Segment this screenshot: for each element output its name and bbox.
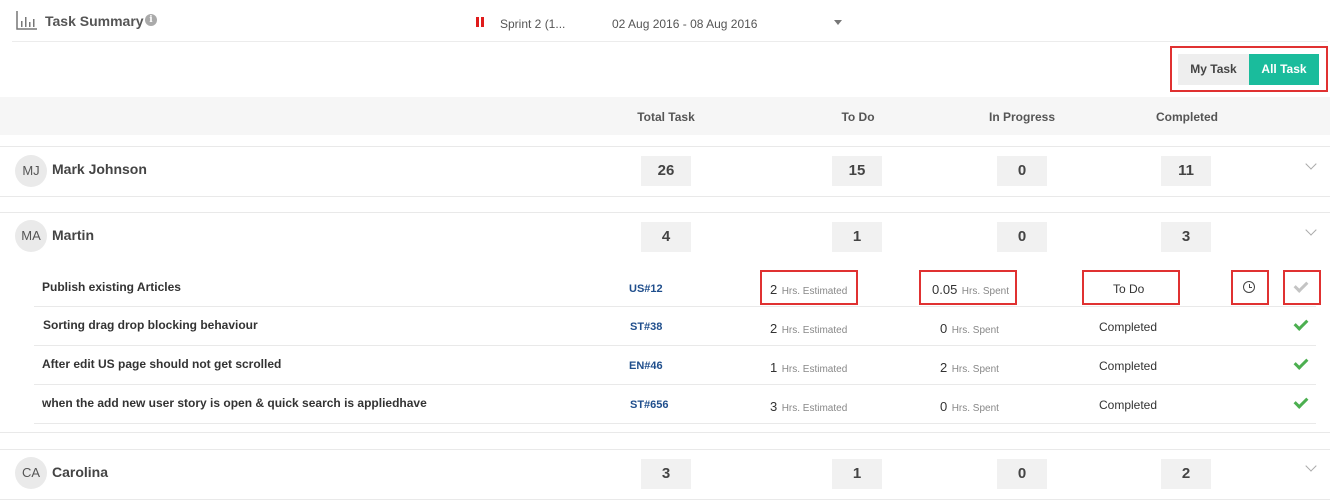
avatar: MA <box>15 220 47 252</box>
completed-count: 3 <box>1161 222 1211 252</box>
hours-estimated: 1 Hrs. Estimated <box>770 360 848 375</box>
column-total-task: Total Task <box>637 110 695 124</box>
total-task-count: 3 <box>641 459 691 489</box>
task-title[interactable]: After edit US page should not get scroll… <box>42 357 281 371</box>
row-divider <box>34 423 1316 424</box>
row-divider <box>34 384 1316 385</box>
in-progress-count: 0 <box>997 222 1047 252</box>
chevron-down-icon[interactable] <box>834 20 842 25</box>
completed-count: 2 <box>1161 459 1211 489</box>
row-divider <box>34 306 1316 307</box>
member-name: Mark Johnson <box>52 161 147 177</box>
column-completed: Completed <box>1155 110 1218 124</box>
task-title[interactable]: Publish existing Articles <box>42 280 181 294</box>
info-icon[interactable]: i <box>145 14 157 26</box>
to-do-count: 1 <box>832 222 882 252</box>
in-progress-count: 0 <box>997 156 1047 186</box>
to-do-count: 15 <box>832 156 882 186</box>
sprint-dates[interactable]: 02 Aug 2016 - 08 Aug 2016 <box>612 17 757 31</box>
hours-spent: 0 Hrs. Spent <box>940 399 999 414</box>
total-task-count: 4 <box>641 222 691 252</box>
task-title[interactable]: when the add new user story is open & qu… <box>42 396 427 410</box>
hours-estimated: 2 Hrs. Estimated <box>770 321 848 336</box>
sprint-status-icon <box>476 17 484 27</box>
member-name: Martin <box>52 227 94 243</box>
task-status: Completed <box>1099 359 1158 373</box>
task-title[interactable]: Sorting drag drop blocking behaviour <box>43 318 258 332</box>
in-progress-count: 0 <box>997 459 1047 489</box>
header-divider <box>12 41 1328 42</box>
task-id-link[interactable]: ST#38 <box>630 321 662 333</box>
hours-spent: 0 Hrs. Spent <box>940 321 999 336</box>
task-id-link[interactable]: US#12 <box>629 283 663 295</box>
task-status: To Do <box>1113 282 1145 296</box>
task-id-link[interactable]: ST#656 <box>630 399 669 411</box>
task-id-link[interactable]: EN#46 <box>629 360 663 372</box>
member-name: Carolina <box>52 464 109 480</box>
hours-estimated: 2 Hrs. Estimated <box>770 282 848 297</box>
task-status: Completed <box>1099 398 1158 412</box>
completed-count: 11 <box>1161 156 1211 186</box>
sprint-name[interactable]: Sprint 2 (1... <box>500 17 565 31</box>
column-in-progress: In Progress <box>988 110 1056 124</box>
to-do-count: 1 <box>832 459 882 489</box>
bar-chart-icon <box>16 11 37 30</box>
clock-icon[interactable] <box>1243 281 1255 293</box>
hours-spent: 2 Hrs. Spent <box>940 360 999 375</box>
page-title: Task Summary <box>45 13 144 29</box>
avatar: CA <box>15 457 47 489</box>
task-status: Completed <box>1099 320 1158 334</box>
hours-estimated: 3 Hrs. Estimated <box>770 399 848 414</box>
all-task-button[interactable]: All Task <box>1249 54 1319 85</box>
row-divider <box>34 345 1316 346</box>
total-task-count: 26 <box>641 156 691 186</box>
hours-spent: 0.05 Hrs. Spent <box>932 282 1010 297</box>
column-to-do: To Do <box>841 110 875 124</box>
my-task-button[interactable]: My Task <box>1178 54 1249 85</box>
avatar: MJ <box>15 155 47 187</box>
